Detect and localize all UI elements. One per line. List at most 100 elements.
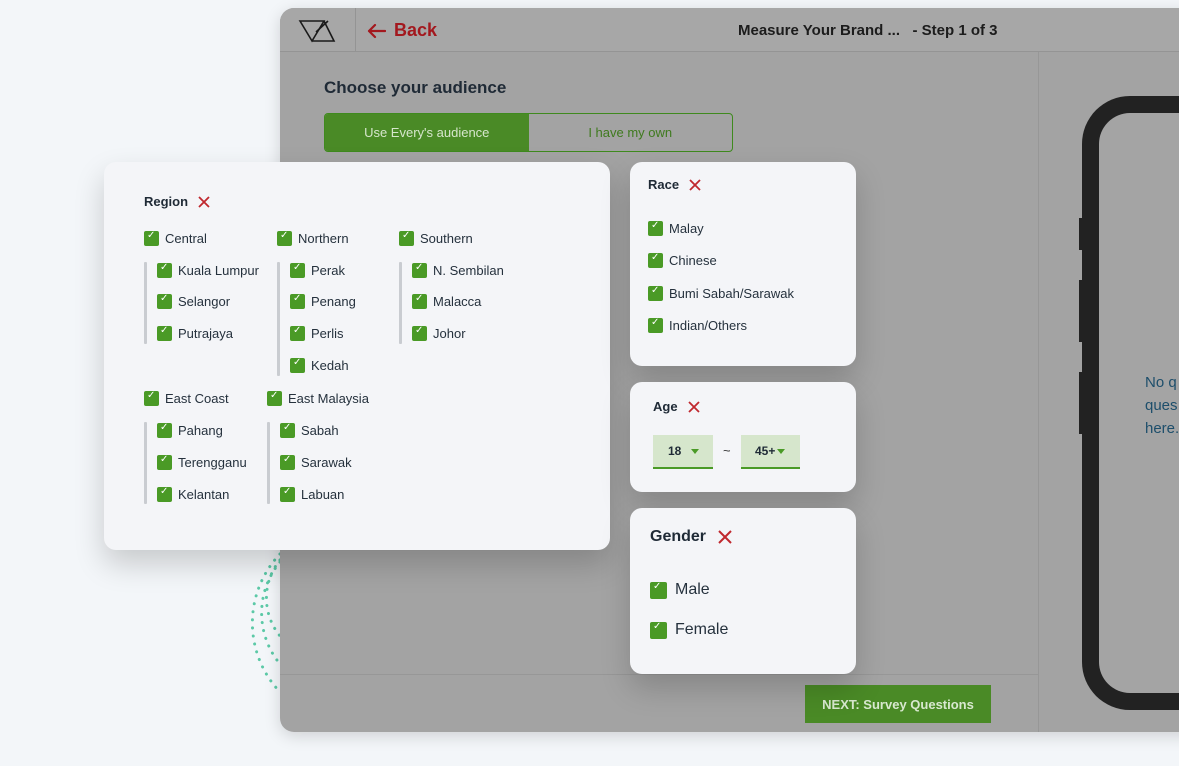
region-item-label: Penang bbox=[311, 294, 356, 309]
gender-item[interactable]: Female bbox=[650, 621, 728, 639]
checkbox-checked[interactable] bbox=[650, 581, 667, 599]
region-item[interactable]: Johor bbox=[412, 325, 466, 341]
region-item-label: N. Sembilan bbox=[433, 263, 504, 278]
checkbox-checked[interactable] bbox=[157, 486, 172, 502]
region-item[interactable]: Perlis bbox=[290, 325, 344, 341]
region-item[interactable]: Sarawak bbox=[280, 454, 352, 470]
checkbox-checked[interactable] bbox=[280, 486, 295, 502]
checkbox-checked[interactable] bbox=[157, 454, 172, 470]
region-group-northern[interactable]: Northern bbox=[277, 230, 349, 246]
region-item[interactable]: Labuan bbox=[280, 486, 345, 502]
checkbox-checked[interactable] bbox=[144, 390, 159, 406]
age-card: Age 18 ~ 45+ bbox=[630, 382, 856, 492]
region-item-label: Kuala Lumpur bbox=[178, 263, 259, 278]
region-item[interactable]: Kedah bbox=[290, 357, 349, 373]
region-item-label: Selangor bbox=[178, 294, 231, 309]
checkbox-checked[interactable] bbox=[412, 262, 427, 278]
region-item-label: Kelantan bbox=[178, 487, 230, 502]
region-item-label: Johor bbox=[433, 326, 466, 341]
gender-title: Gender bbox=[650, 528, 732, 546]
checkbox-checked[interactable] bbox=[412, 325, 427, 341]
tab-every-audience[interactable]: Use Every's audience bbox=[325, 114, 529, 151]
race-item[interactable]: Bumi Sabah/Sarawak bbox=[648, 285, 794, 301]
region-group-southern[interactable]: Southern bbox=[399, 230, 473, 246]
age-title: Age bbox=[653, 399, 700, 414]
region-group-label: Southern bbox=[420, 231, 473, 246]
region-group-east-malaysia[interactable]: East Malaysia bbox=[267, 390, 369, 406]
race-item-label: Chinese bbox=[669, 253, 717, 268]
preview-empty-text: No q ques here. bbox=[1145, 374, 1179, 437]
region-item-label: Pahang bbox=[178, 423, 223, 438]
region-item-label: Putrajaya bbox=[178, 326, 233, 341]
checkbox-checked[interactable] bbox=[277, 230, 292, 246]
checkbox-checked[interactable] bbox=[412, 293, 427, 309]
checkbox-checked[interactable] bbox=[290, 325, 305, 341]
checkbox-checked[interactable] bbox=[648, 220, 663, 236]
page-title: Measure Your Brand ... - Step 1 of 3 bbox=[738, 22, 998, 39]
race-item-label: Indian/Others bbox=[669, 318, 748, 333]
region-item[interactable]: Perak bbox=[290, 262, 345, 278]
checkbox-checked[interactable] bbox=[648, 252, 663, 268]
checkbox-checked[interactable] bbox=[144, 230, 159, 246]
region-item[interactable]: Penang bbox=[290, 293, 356, 309]
region-item-label: Kedah bbox=[311, 358, 349, 373]
region-group-central[interactable]: Central bbox=[144, 230, 207, 246]
checkbox-checked[interactable] bbox=[290, 262, 305, 278]
checkbox-checked[interactable] bbox=[648, 317, 663, 333]
race-item[interactable]: Indian/Others bbox=[648, 317, 748, 333]
checkbox-checked[interactable] bbox=[280, 454, 295, 470]
checkbox-checked[interactable] bbox=[157, 293, 172, 309]
back-button[interactable]: Back bbox=[366, 20, 437, 41]
region-item-label: Sarawak bbox=[301, 455, 352, 470]
close-icon[interactable] bbox=[718, 530, 732, 544]
next-survey-questions-button[interactable]: NEXT: Survey Questions bbox=[805, 685, 991, 723]
checkbox-checked[interactable] bbox=[267, 390, 282, 406]
region-item-label: Malacca bbox=[433, 294, 482, 309]
arrow-left-icon bbox=[367, 23, 386, 38]
checkbox-checked[interactable] bbox=[157, 262, 172, 278]
phone-side-button bbox=[1079, 280, 1084, 342]
age-from-select[interactable]: 18 bbox=[653, 435, 713, 469]
checkbox-checked[interactable] bbox=[648, 285, 663, 301]
panel-divider bbox=[1038, 52, 1039, 732]
age-to-select[interactable]: 45+ bbox=[741, 435, 800, 469]
checkbox-checked[interactable] bbox=[290, 293, 305, 309]
region-group-label: Central bbox=[165, 231, 207, 246]
region-group-label: East Malaysia bbox=[288, 391, 369, 406]
checkbox-checked[interactable] bbox=[399, 230, 414, 246]
close-icon[interactable] bbox=[689, 178, 701, 191]
checkbox-checked[interactable] bbox=[650, 621, 667, 639]
region-item[interactable]: Kuala Lumpur bbox=[157, 262, 259, 278]
phone-side-button bbox=[1079, 218, 1084, 250]
region-item[interactable]: N. Sembilan bbox=[412, 262, 504, 278]
gender-title-label: Gender bbox=[650, 528, 707, 545]
region-item[interactable]: Kelantan bbox=[157, 486, 230, 502]
region-item[interactable]: Sabah bbox=[280, 422, 339, 438]
region-item[interactable]: Putrajaya bbox=[157, 325, 233, 341]
logo-separator bbox=[355, 8, 356, 52]
tab-own-audience[interactable]: I have my own bbox=[529, 114, 733, 151]
age-title-label: Age bbox=[653, 399, 678, 414]
logo-icon bbox=[298, 20, 336, 43]
checkbox-checked[interactable] bbox=[280, 422, 295, 438]
chevron-down-icon bbox=[691, 448, 700, 454]
region-item-label: Perak bbox=[311, 263, 345, 278]
race-item[interactable]: Chinese bbox=[648, 252, 717, 268]
race-item[interactable]: Malay bbox=[648, 220, 704, 236]
top-bar: Back Measure Your Brand ... - Step 1 of … bbox=[280, 8, 1179, 52]
close-icon[interactable] bbox=[687, 400, 700, 413]
gender-item[interactable]: Male bbox=[650, 581, 710, 599]
region-item[interactable]: Selangor bbox=[157, 293, 231, 309]
checkbox-checked[interactable] bbox=[290, 357, 305, 373]
close-icon[interactable] bbox=[198, 195, 210, 208]
checkbox-checked[interactable] bbox=[157, 325, 172, 341]
checkbox-checked[interactable] bbox=[157, 422, 172, 438]
chevron-down-icon bbox=[777, 448, 786, 454]
region-item-label: Perlis bbox=[311, 326, 344, 341]
gender-card: Gender Male Female bbox=[630, 508, 856, 674]
region-group-east-coast[interactable]: East Coast bbox=[144, 390, 229, 406]
region-item[interactable]: Pahang bbox=[157, 422, 223, 438]
region-item-label: Labuan bbox=[301, 487, 345, 502]
region-item[interactable]: Terengganu bbox=[157, 454, 247, 470]
region-item[interactable]: Malacca bbox=[412, 293, 482, 309]
